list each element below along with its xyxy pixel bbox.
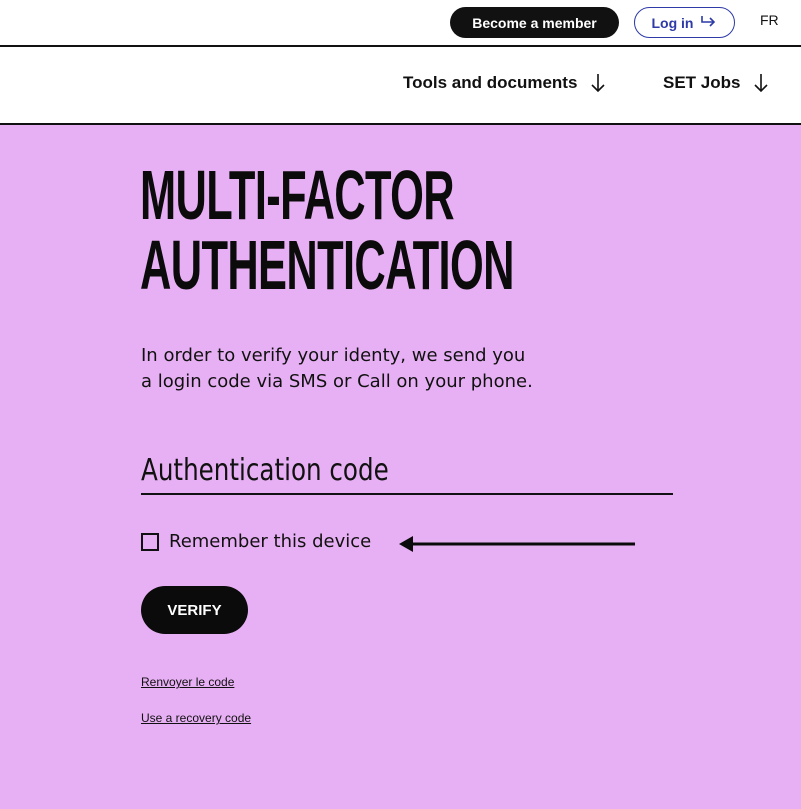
nav-item-label: SET Jobs bbox=[663, 73, 741, 92]
verify-button[interactable]: VERIFY bbox=[141, 586, 248, 634]
login-button[interactable]: Log in bbox=[634, 7, 735, 38]
login-arrow-icon bbox=[700, 14, 718, 31]
become-member-button[interactable]: Become a member bbox=[450, 7, 619, 38]
remember-device-checkbox[interactable] bbox=[141, 532, 159, 551]
language-switch-link[interactable]: FR bbox=[760, 12, 779, 28]
page-title-line-2: AUTHENTICATION bbox=[140, 226, 514, 304]
arrow-down-icon bbox=[754, 73, 769, 93]
remember-device-option[interactable]: Remember this device bbox=[141, 531, 371, 552]
recovery-code-link[interactable]: Use a recovery code bbox=[141, 711, 251, 725]
left-arrow-icon bbox=[399, 536, 635, 552]
intro-text: In order to verify your identy, we send … bbox=[141, 345, 533, 392]
nav-item-tools-and-documents[interactable]: Tools and documents bbox=[403, 73, 605, 93]
top-bar: Become a member Log in FR bbox=[0, 0, 801, 47]
nav-item-label: Tools and documents bbox=[403, 73, 578, 92]
page-title: MULTI-FACTOR AUTHENTICATION bbox=[140, 160, 514, 300]
nav-item-set-jobs[interactable]: SET Jobs bbox=[663, 73, 769, 93]
arrow-down-icon bbox=[591, 73, 605, 93]
authentication-code-field bbox=[141, 448, 673, 495]
page-title-line-1: MULTI-FACTOR bbox=[140, 156, 455, 234]
login-label: Log in bbox=[651, 14, 694, 31]
authentication-code-input[interactable] bbox=[141, 448, 665, 492]
main-nav: Tools and documents SET Jobs bbox=[0, 47, 801, 125]
resend-code-link[interactable]: Renvoyer le code bbox=[141, 675, 234, 689]
remember-device-label: Remember this device bbox=[169, 531, 372, 552]
